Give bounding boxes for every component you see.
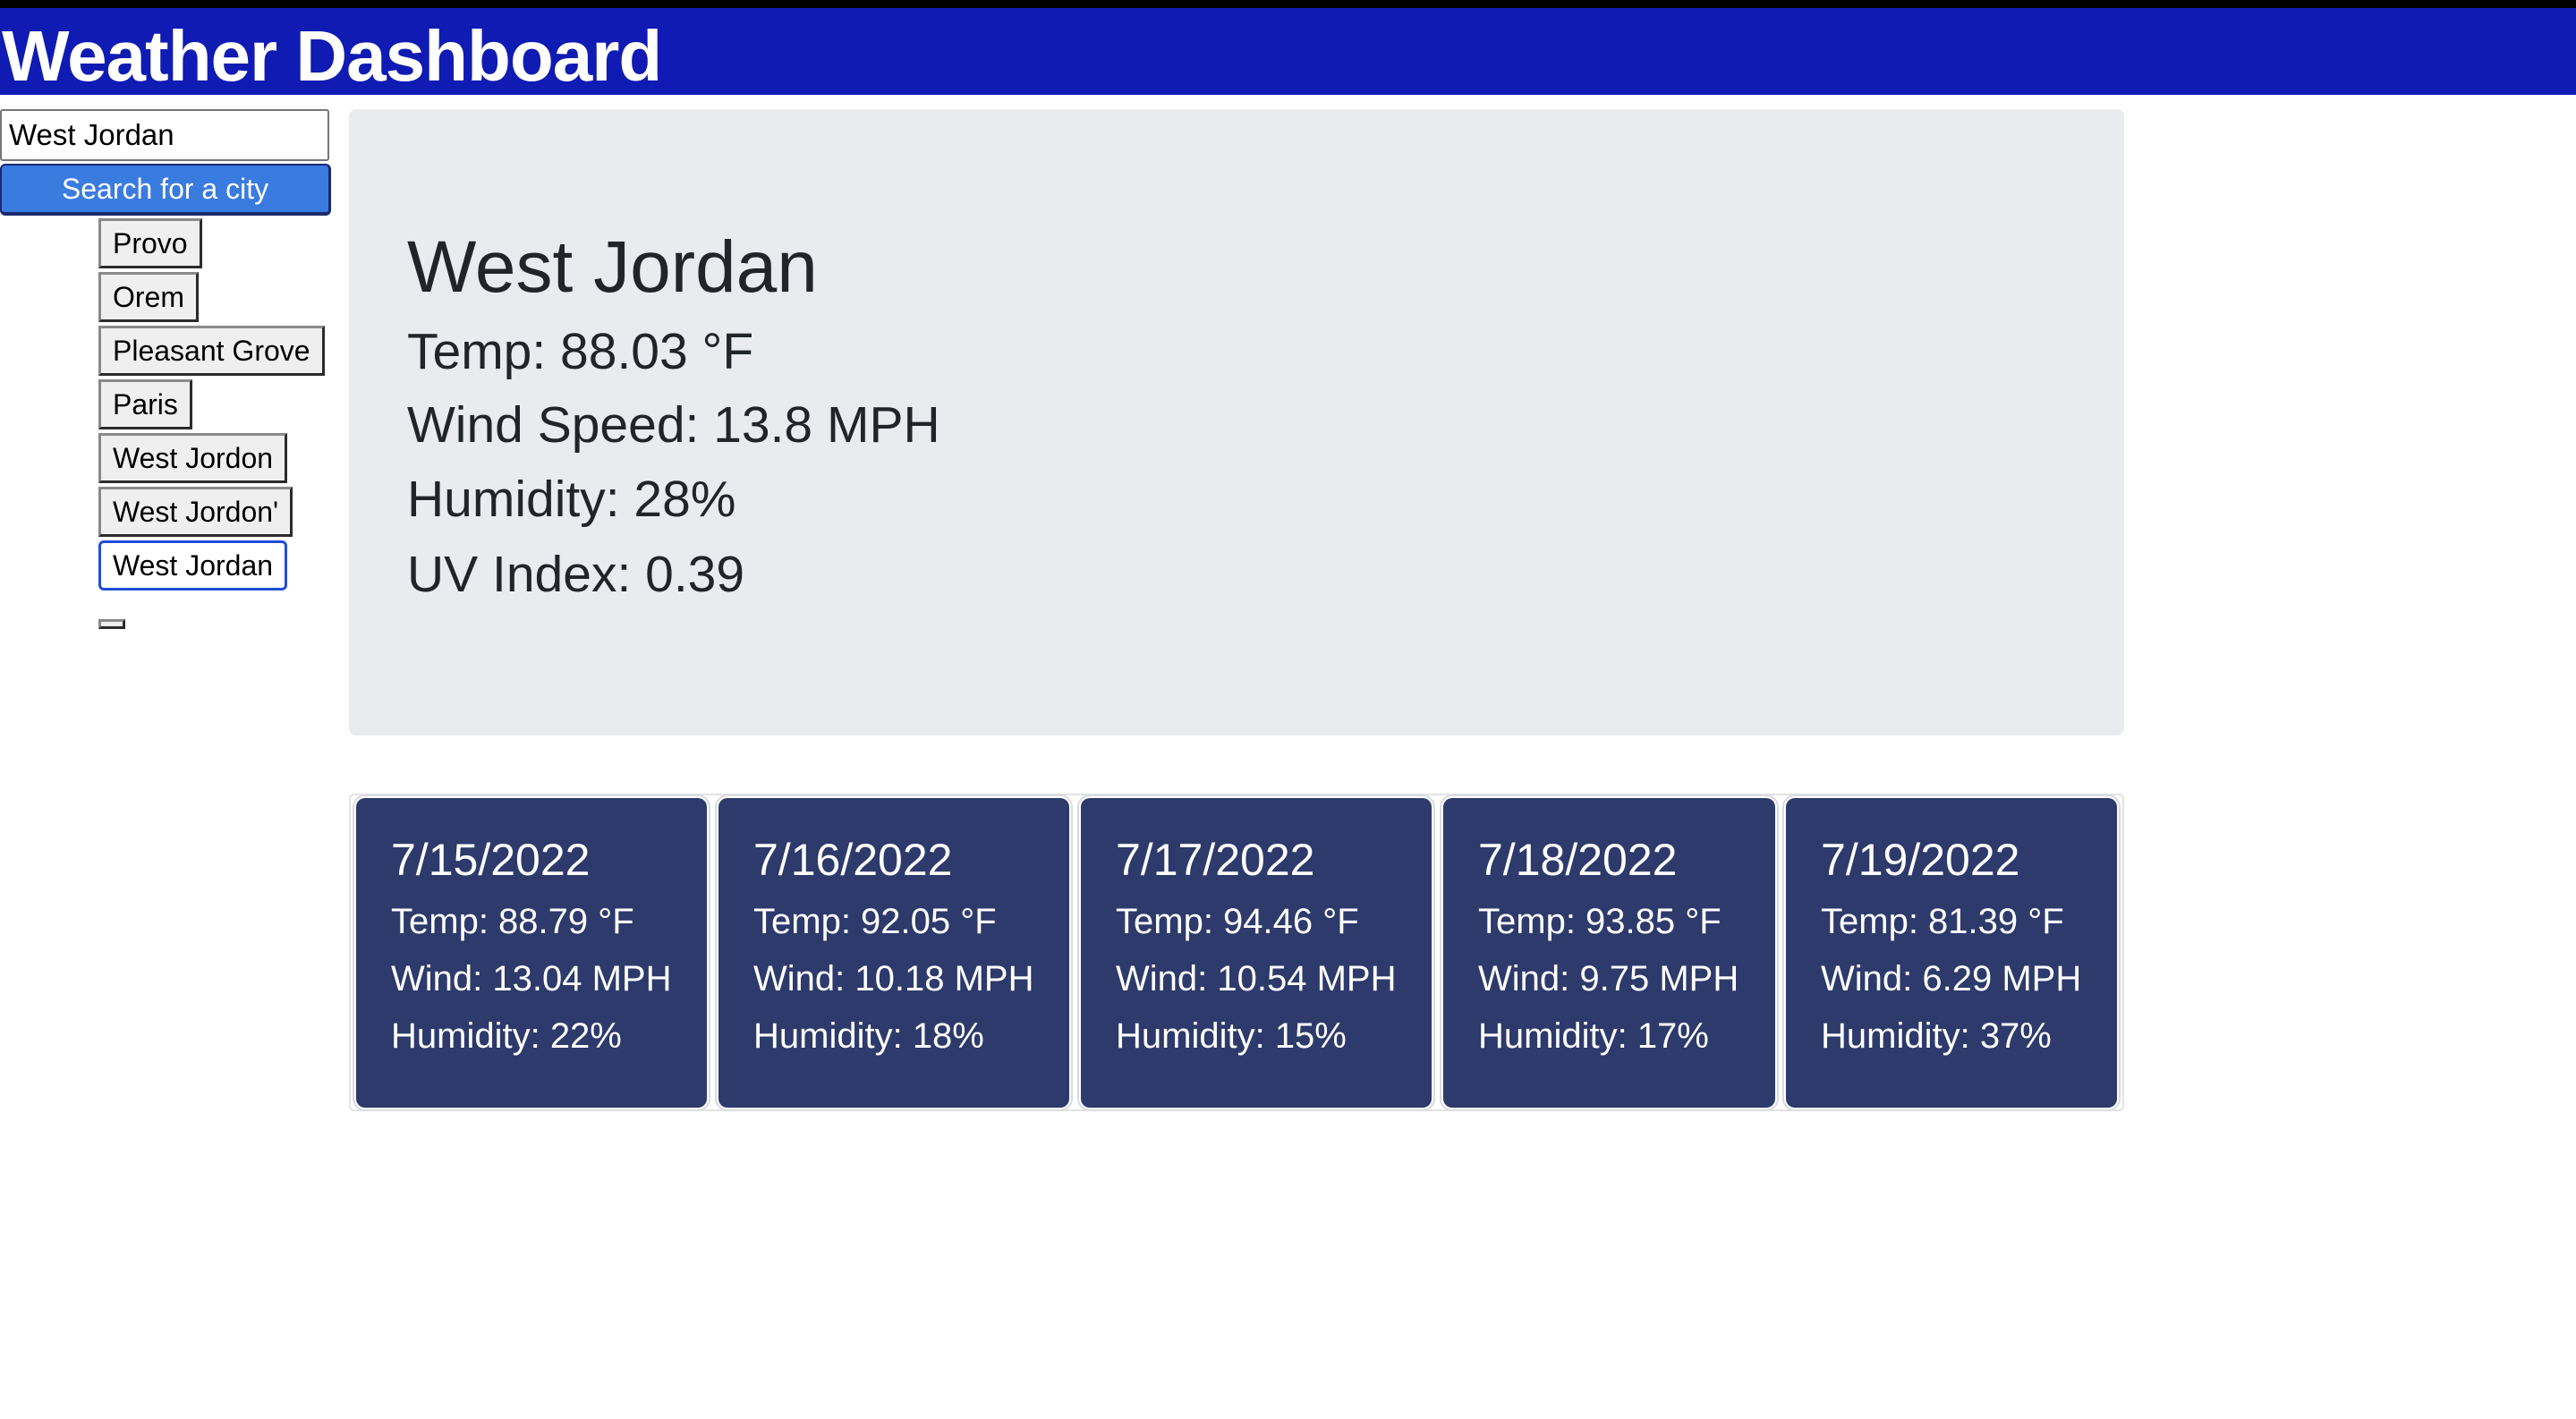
forecast-wind: Wind: 10.18 MPH bbox=[753, 959, 1034, 998]
forecast-date: 7/15/2022 bbox=[391, 835, 591, 885]
current-temp: Temp: 88.03 °F bbox=[407, 323, 754, 380]
forecast-temp: Temp: 88.79 °F bbox=[391, 902, 634, 941]
current-uv-index: UV Index: 0.39 bbox=[407, 546, 745, 603]
current-wind-speed: Wind Speed: 13.8 MPH bbox=[407, 396, 940, 454]
forecast-humidity: Humidity: 18% bbox=[753, 1016, 984, 1056]
forecast-date: 7/16/2022 bbox=[753, 835, 953, 885]
forecast-humidity: Humidity: 17% bbox=[1478, 1016, 1709, 1056]
history-item-west-jordon-apostrophe[interactable]: West Jordon' bbox=[98, 487, 293, 537]
top-border bbox=[0, 0, 2576, 8]
history-item-pleasant-grove[interactable]: Pleasant Grove bbox=[98, 326, 325, 376]
forecast-card: 7/16/2022 Temp: 92.05 °F Wind: 10.18 MPH… bbox=[715, 794, 1073, 1111]
forecast-date: 7/18/2022 bbox=[1478, 835, 1678, 885]
search-city-button[interactable]: Search for a city bbox=[0, 164, 331, 216]
forecast-humidity: Humidity: 37% bbox=[1821, 1016, 2052, 1056]
current-city-name: West Jordan bbox=[407, 226, 818, 308]
history-item-paris[interactable]: Paris bbox=[98, 379, 192, 429]
history-item-empty[interactable] bbox=[98, 619, 125, 629]
page-header: Weather Dashboard bbox=[0, 8, 2576, 96]
forecast-card: 7/17/2022 Temp: 94.46 °F Wind: 10.54 MPH… bbox=[1077, 794, 1435, 1111]
forecast-wind: Wind: 6.29 MPH bbox=[1821, 959, 2082, 998]
forecast-card: 7/19/2022 Temp: 81.39 °F Wind: 6.29 MPH … bbox=[1782, 794, 2121, 1111]
forecast-card: 7/15/2022 Temp: 88.79 °F Wind: 13.04 MPH… bbox=[353, 794, 710, 1111]
forecast-temp: Temp: 81.39 °F bbox=[1821, 902, 2064, 941]
search-history: Provo Orem Pleasant Grove Paris West Jor… bbox=[98, 218, 325, 594]
forecast-humidity: Humidity: 22% bbox=[391, 1016, 622, 1056]
history-item-orem[interactable]: Orem bbox=[98, 272, 199, 322]
history-item-provo[interactable]: Provo bbox=[98, 218, 202, 268]
history-item-west-jordon[interactable]: West Jordon bbox=[98, 433, 288, 483]
forecast-wind: Wind: 13.04 MPH bbox=[391, 959, 672, 998]
forecast-humidity: Humidity: 15% bbox=[1116, 1016, 1347, 1056]
forecast-date: 7/19/2022 bbox=[1821, 835, 2020, 885]
forecast-temp: Temp: 94.46 °F bbox=[1116, 902, 1359, 941]
forecast-temp: Temp: 92.05 °F bbox=[753, 902, 997, 941]
page-title: Weather Dashboard bbox=[2, 16, 662, 96]
current-humidity: Humidity: 28% bbox=[407, 471, 736, 528]
forecast-card: 7/18/2022 Temp: 93.85 °F Wind: 9.75 MPH … bbox=[1440, 794, 1779, 1111]
forecast-wind: Wind: 10.54 MPH bbox=[1116, 959, 1397, 998]
forecast-date: 7/17/2022 bbox=[1116, 835, 1315, 885]
current-weather-panel: West Jordan Temp: 88.03 °F Wind Speed: 1… bbox=[349, 109, 2124, 735]
forecast-wind: Wind: 9.75 MPH bbox=[1478, 959, 1739, 998]
history-item-west-jordan[interactable]: West Jordan bbox=[98, 540, 288, 591]
city-search-input[interactable] bbox=[0, 109, 329, 161]
forecast-temp: Temp: 93.85 °F bbox=[1478, 902, 1722, 941]
